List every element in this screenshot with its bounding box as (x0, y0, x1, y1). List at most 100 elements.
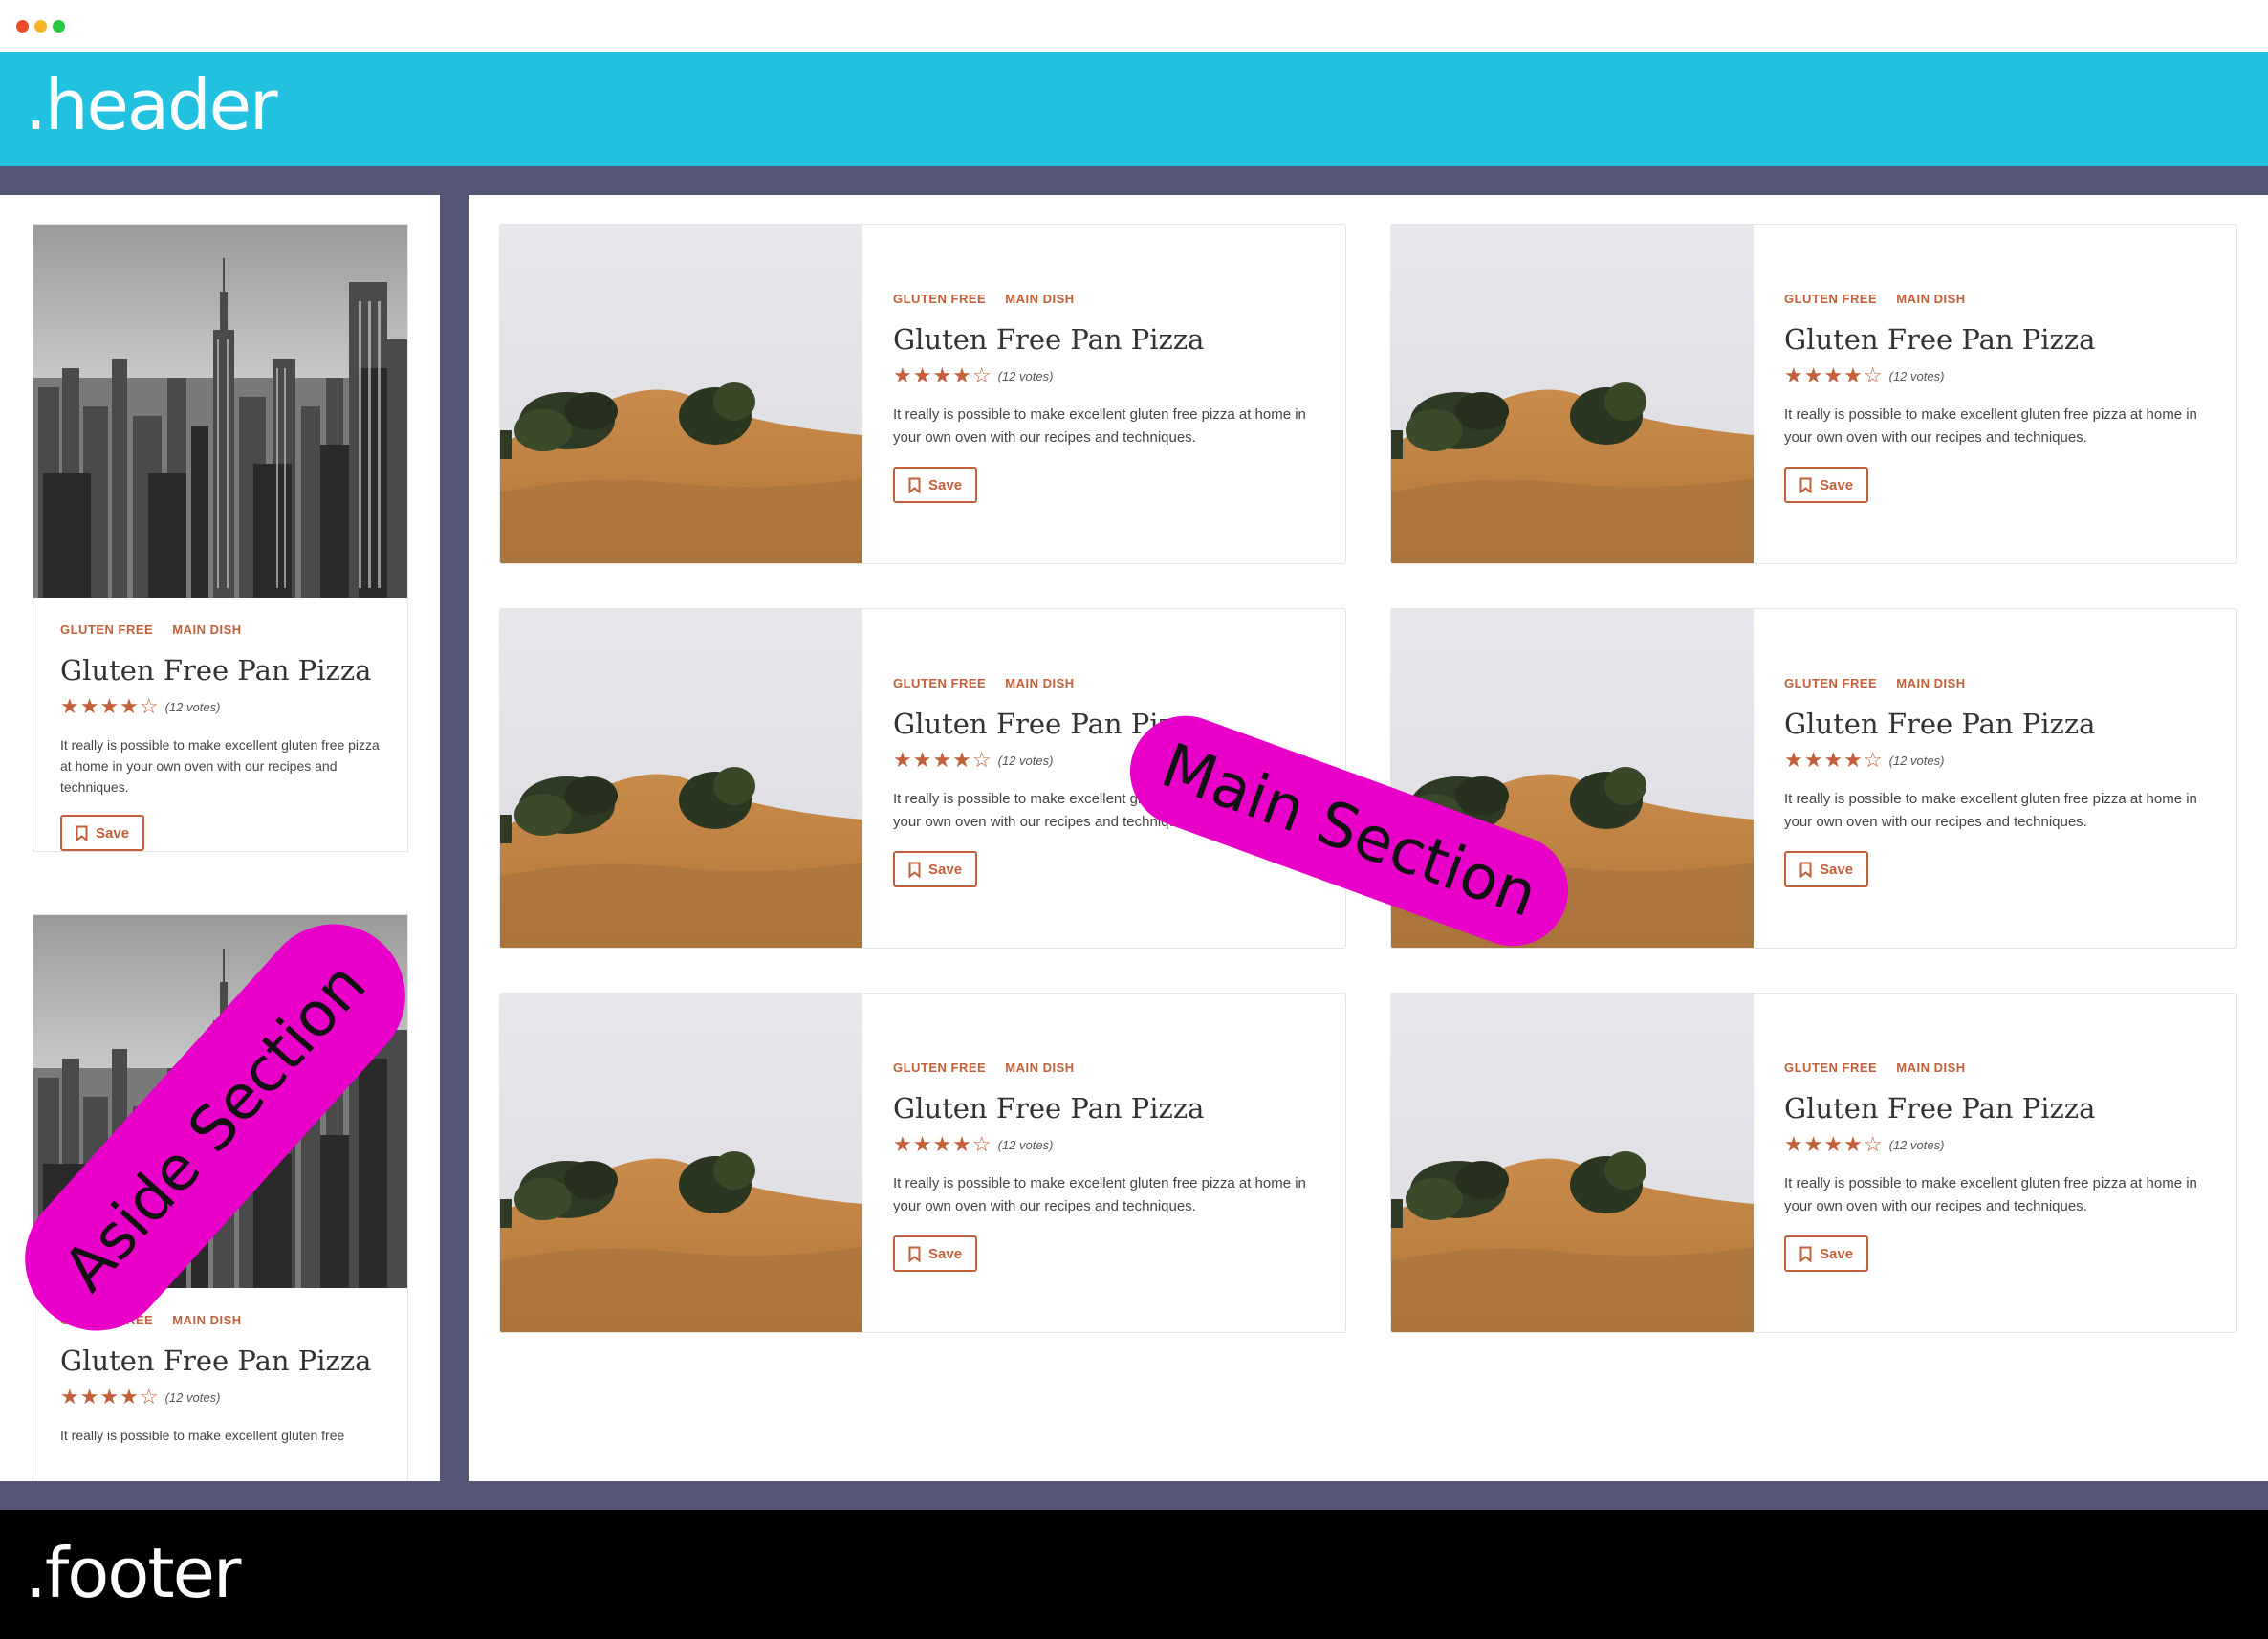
bookmark-icon (908, 1246, 921, 1262)
card-description: It really is possible to make excellent … (893, 406, 1306, 446)
card-description: It really is possible to make excellent … (60, 1428, 345, 1443)
maximize-window-button[interactable] (53, 20, 65, 33)
hill-landscape-illustration (500, 609, 862, 948)
tag-main-dish[interactable]: MAIN DISH (172, 623, 241, 637)
tag-main-dish[interactable]: MAIN DISH (1896, 292, 1965, 306)
card-description: It really is possible to make excellent … (1784, 1175, 2197, 1214)
landscape-image (500, 994, 862, 1332)
rating: ★★★★☆ (12 votes) (60, 1387, 381, 1408)
rating: ★★★★☆ (12 votes) (893, 1134, 1326, 1155)
star-rating-icon: ★★★★☆ (1784, 1132, 1884, 1156)
card-description: It really is possible to make excellent … (1784, 406, 2197, 446)
save-button[interactable]: Save (1784, 1235, 1869, 1272)
city-skyline-illustration (33, 225, 407, 598)
tag-main-dish[interactable]: MAIN DISH (1005, 292, 1074, 306)
tag-list: GLUTEN FREE MAIN DISH (1784, 676, 2217, 690)
card-title[interactable]: Gluten Free Pan Pizza (60, 1344, 381, 1377)
footer: .footer (0, 1510, 2268, 1639)
star-rating-icon: ★★★★☆ (893, 748, 992, 772)
save-button[interactable]: Save (1784, 467, 1869, 503)
card-description: It really is possible to make excellent … (60, 737, 380, 795)
rating: ★★★★☆ (12 votes) (1784, 750, 2217, 771)
tag-gluten-free[interactable]: GLUTEN FREE (893, 1060, 986, 1075)
save-button[interactable]: Save (1784, 851, 1869, 887)
landscape-image (1391, 225, 1754, 563)
card-title[interactable]: Gluten Free Pan Pizza (1784, 708, 2217, 740)
hill-landscape-illustration (500, 225, 862, 563)
recipe-card[interactable]: GLUTEN FREE MAIN DISH Gluten Free Pan Pi… (1390, 993, 2237, 1333)
vote-count: (12 votes) (164, 1389, 221, 1405)
card-description: It really is possible to make excellent … (1784, 791, 2197, 830)
vote-count: (12 votes) (997, 753, 1054, 768)
save-button[interactable]: Save (893, 1235, 978, 1272)
save-button[interactable]: Save (60, 815, 145, 851)
bookmark-icon (1799, 862, 1812, 878)
bookmark-icon (76, 825, 88, 841)
card-title[interactable]: Gluten Free Pan Pizza (1784, 1092, 2217, 1125)
tag-main-dish[interactable]: MAIN DISH (1896, 1060, 1965, 1075)
tag-main-dish[interactable]: MAIN DISH (1005, 676, 1074, 690)
card-description: It really is possible to make excellent … (893, 1175, 1306, 1214)
tag-gluten-free[interactable]: GLUTEN FREE (1784, 1060, 1877, 1075)
save-label: Save (1820, 861, 1854, 878)
tag-list: GLUTEN FREE MAIN DISH (60, 623, 381, 637)
rating: ★★★★☆ (12 votes) (1784, 365, 2217, 386)
tag-gluten-free[interactable]: GLUTEN FREE (60, 623, 153, 637)
vote-count: (12 votes) (997, 1137, 1054, 1152)
tag-main-dish[interactable]: MAIN DISH (172, 1313, 241, 1327)
rating: ★★★★☆ (12 votes) (1784, 1134, 2217, 1155)
window-chrome (0, 0, 2268, 52)
tag-gluten-free[interactable]: GLUTEN FREE (893, 292, 986, 306)
card-title[interactable]: Gluten Free Pan Pizza (60, 654, 381, 687)
tag-gluten-free[interactable]: GLUTEN FREE (1784, 676, 1877, 690)
save-button[interactable]: Save (893, 467, 978, 503)
star-rating-icon: ★★★★☆ (60, 694, 160, 718)
card-title[interactable]: Gluten Free Pan Pizza (1784, 323, 2217, 356)
rating: ★★★★☆ (12 votes) (893, 365, 1326, 386)
card-title[interactable]: Gluten Free Pan Pizza (893, 323, 1326, 356)
tag-list: GLUTEN FREE MAIN DISH (893, 676, 1326, 690)
star-rating-icon: ★★★★☆ (893, 363, 992, 387)
vote-count: (12 votes) (164, 699, 221, 714)
star-rating-icon: ★★★★☆ (893, 1132, 992, 1156)
recipe-card[interactable]: GLUTEN FREE MAIN DISH Gluten Free Pan Pi… (1390, 224, 2237, 564)
card-body: GLUTEN FREE MAIN DISH Gluten Free Pan Pi… (1784, 676, 2217, 887)
vote-count: (12 votes) (1888, 368, 1945, 383)
tag-gluten-free[interactable]: GLUTEN FREE (1784, 292, 1877, 306)
tag-gluten-free[interactable]: GLUTEN FREE (893, 676, 986, 690)
card-body: GLUTEN FREE MAIN DISH Gluten Free Pan Pi… (893, 1060, 1326, 1272)
card-title[interactable]: Gluten Free Pan Pizza (893, 708, 1326, 740)
recipe-card[interactable]: GLUTEN FREE MAIN DISH Gluten Free Pan Pi… (499, 224, 1346, 564)
card-body: GLUTEN FREE MAIN DISH Gluten Free Pan Pi… (893, 292, 1326, 503)
landscape-image (500, 609, 862, 948)
recipe-card[interactable]: GLUTEN FREE MAIN DISH Gluten Free Pan Pi… (499, 993, 1346, 1333)
landscape-image (1391, 994, 1754, 1332)
bookmark-icon (1799, 477, 1812, 493)
bookmark-icon (1799, 1246, 1812, 1262)
save-label: Save (928, 861, 963, 878)
save-button[interactable]: Save (893, 851, 978, 887)
tag-list: GLUTEN FREE MAIN DISH (1784, 292, 2217, 306)
bookmark-icon (908, 477, 921, 493)
card-title[interactable]: Gluten Free Pan Pizza (893, 1092, 1326, 1125)
vote-count: (12 votes) (1888, 1137, 1945, 1152)
star-rating-icon: ★★★★☆ (60, 1385, 160, 1409)
tag-list: GLUTEN FREE MAIN DISH (893, 292, 1326, 306)
hill-landscape-illustration (1391, 994, 1754, 1332)
save-label: Save (1820, 1245, 1854, 1262)
save-label: Save (928, 476, 963, 493)
tag-main-dish[interactable]: MAIN DISH (1005, 1060, 1074, 1075)
card-body: GLUTEN FREE MAIN DISH Gluten Free Pan Pi… (1784, 292, 2217, 503)
vote-count: (12 votes) (997, 368, 1054, 383)
vote-count: (12 votes) (1888, 753, 1945, 768)
aside-card[interactable]: GLUTEN FREE MAIN DISH Gluten Free Pan Pi… (33, 224, 408, 852)
footer-label: .footer (25, 1533, 241, 1613)
header: .header (0, 52, 2268, 166)
card-body: GLUTEN FREE MAIN DISH Gluten Free Pan Pi… (1784, 1060, 2217, 1272)
tag-main-dish[interactable]: MAIN DISH (1896, 676, 1965, 690)
star-rating-icon: ★★★★☆ (1784, 748, 1884, 772)
save-label: Save (96, 824, 130, 841)
minimize-window-button[interactable] (34, 20, 47, 33)
close-window-button[interactable] (16, 20, 29, 33)
header-label: .header (25, 65, 278, 145)
